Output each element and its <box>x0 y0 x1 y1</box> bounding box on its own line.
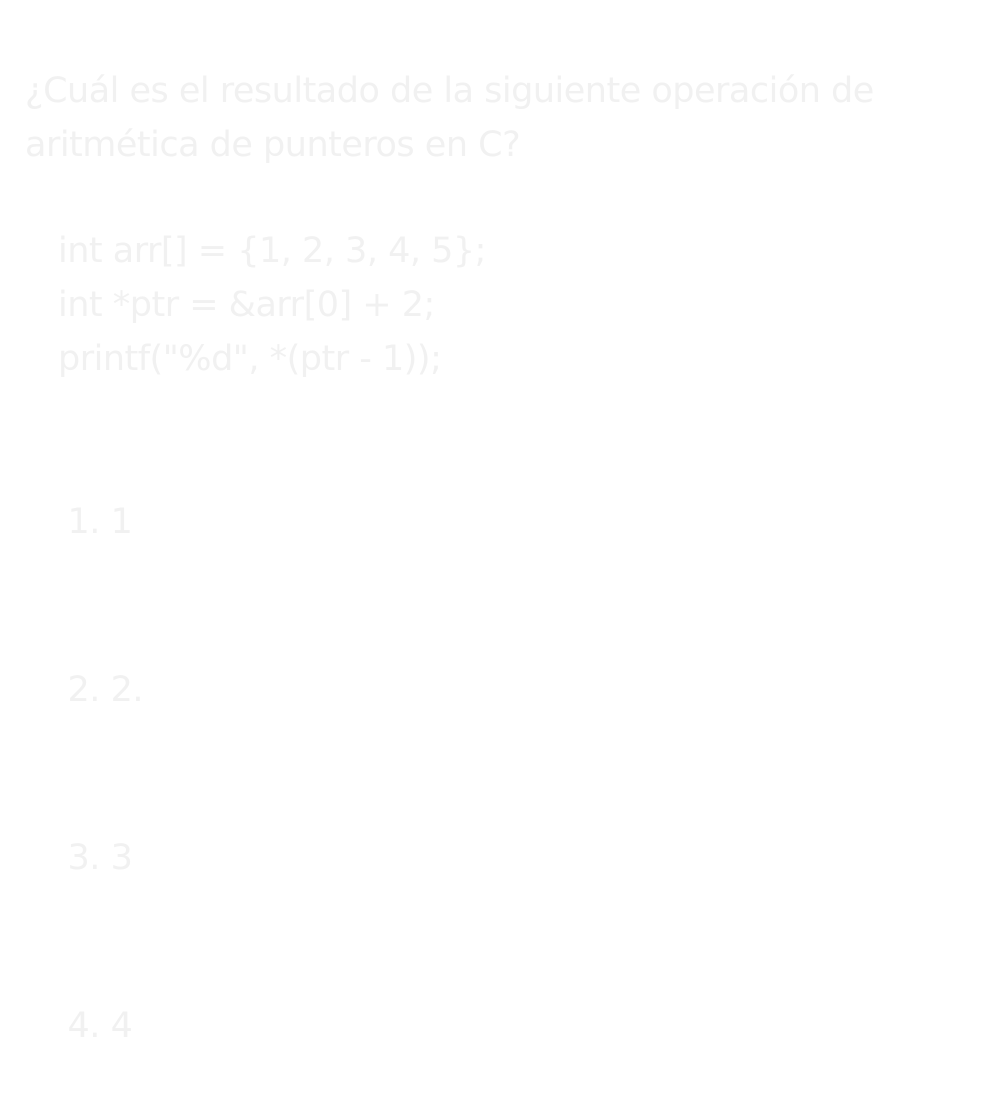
answer-option-2[interactable]: 2. 2. <box>25 606 144 774</box>
answer-option-3[interactable]: 3. 3 <box>25 774 143 942</box>
option-number: 1. <box>67 502 101 542</box>
code-line: printf("%d", *(ptr - 1)); <box>58 339 442 379</box>
answer-option-1[interactable]: 1. 1 <box>25 438 143 606</box>
option-value: 4 <box>110 1006 133 1046</box>
answer-options: 1. 1 2. 2. 3. 3 4. 4 <box>25 438 144 1110</box>
question-text: ¿Cuál es el resultado de la siguiente op… <box>25 64 975 172</box>
option-value: 1 <box>110 502 133 542</box>
option-value: 2. <box>110 670 144 710</box>
code-line: int arr[] = {1, 2, 3, 4, 5}; <box>58 231 486 271</box>
code-block: int arr[] = {1, 2, 3, 4, 5}; int *ptr = … <box>58 224 486 386</box>
code-line: int *ptr = &arr[0] + 2; <box>58 285 435 325</box>
option-number: 3. <box>67 838 101 878</box>
option-value: 3 <box>110 838 133 878</box>
question-line-1: ¿Cuál es el resultado de la siguiente op… <box>25 71 874 111</box>
option-number: 2. <box>67 670 101 710</box>
answer-option-4[interactable]: 4. 4 <box>25 942 143 1110</box>
question-line-2: aritmética de punteros en C? <box>25 125 521 165</box>
option-number: 4. <box>67 1006 101 1046</box>
